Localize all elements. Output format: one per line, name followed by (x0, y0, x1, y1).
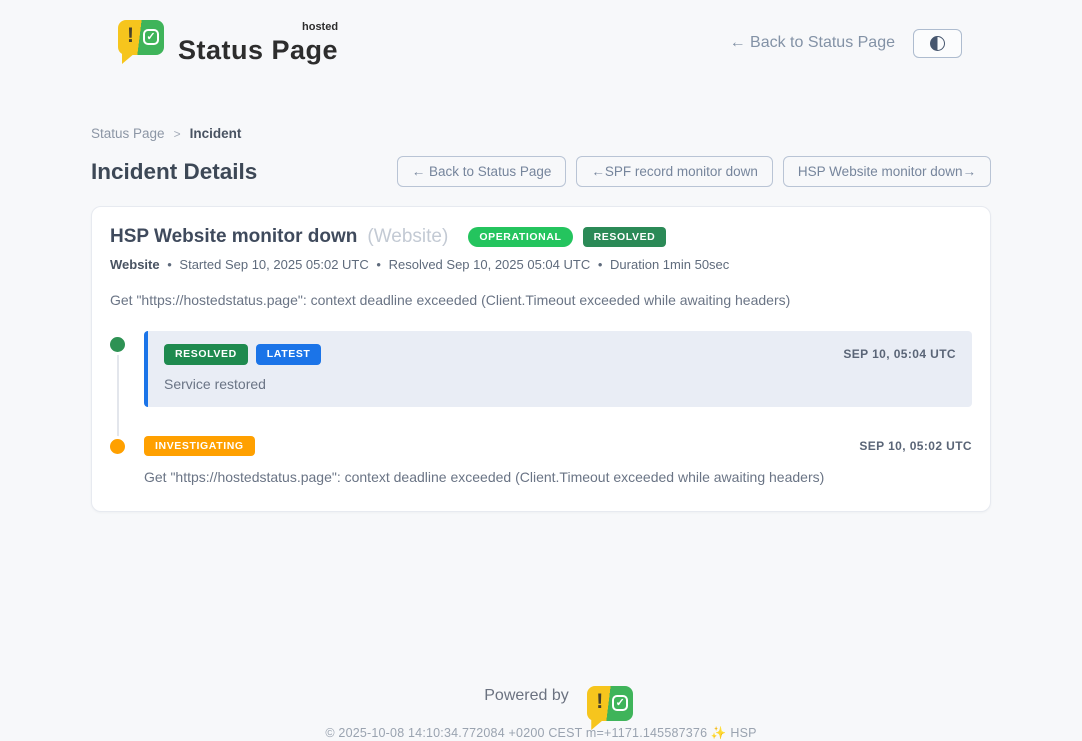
footer: Powered by ! ✓ © 2025-10-08 14:10:34.772… (0, 686, 1082, 741)
timeline-entry-investigating: INVESTIGATING SEP 10, 05:02 UTC Get "htt… (110, 436, 972, 486)
timeline-message: Get "https://hostedstatus.page": context… (144, 469, 972, 485)
incident-nav-buttons: ← Back to Status Page ←SPF record monito… (397, 156, 991, 187)
timeline-entry-resolved: RESOLVED LATEST SEP 10, 05:04 UTC Servic… (110, 331, 972, 407)
back-to-status-page-link[interactable]: ← Back to Status Page (730, 34, 895, 52)
contrast-icon (930, 36, 945, 51)
copyright-text: © 2025-10-08 14:10:34.772084 +0200 CEST … (0, 726, 1082, 741)
brand-superscript: hosted (302, 21, 338, 33)
theme-toggle-button[interactable] (913, 29, 962, 58)
page-title: Incident Details (91, 159, 257, 185)
brand-logo[interactable]: ! ✓ hosted Status Page (118, 20, 338, 66)
next-incident-button[interactable]: HSP Website monitor down→ (783, 156, 991, 187)
timeline-dot-investigating (110, 439, 125, 454)
timeline-timestamp: SEP 10, 05:02 UTC (859, 439, 972, 453)
back-to-status-page-button[interactable]: ← Back to Status Page (397, 156, 567, 187)
operational-badge: OPERATIONAL (468, 227, 572, 248)
breadcrumb-status-page[interactable]: Status Page (91, 126, 165, 141)
timeline-dot-resolved (110, 337, 125, 352)
investigating-status-badge: INVESTIGATING (144, 436, 255, 457)
incident-timeline: RESOLVED LATEST SEP 10, 05:04 UTC Servic… (110, 331, 972, 485)
statuspage-logo-icon: ! ✓ (118, 20, 164, 66)
powered-by-label: Powered by (484, 687, 569, 705)
incident-card: HSP Website monitor down (Website) OPERA… (91, 206, 991, 512)
breadcrumb-incident: Incident (190, 126, 242, 141)
header: ! ✓ hosted Status Page ← Back to Status … (0, 0, 1082, 72)
meta-resolved: Resolved Sep 10, 2025 05:04 UTC (389, 257, 591, 272)
timeline-timestamp: SEP 10, 05:04 UTC (843, 347, 956, 361)
brand-name: Status Page (178, 35, 338, 65)
timeline-message: Service restored (164, 376, 956, 392)
meta-started: Started Sep 10, 2025 05:02 UTC (179, 257, 368, 272)
breadcrumb: Status Page > Incident (91, 126, 991, 141)
statuspage-logo-icon-small[interactable]: ! ✓ (577, 686, 598, 706)
resolved-status-badge: RESOLVED (164, 344, 248, 365)
incident-title: HSP Website monitor down (110, 226, 357, 248)
main-content: Status Page > Incident Incident Details … (91, 72, 991, 512)
latest-badge: LATEST (256, 344, 322, 365)
prev-incident-button[interactable]: ←SPF record monitor down (576, 156, 773, 187)
incident-component: (Website) (367, 226, 448, 248)
exclamation-icon: ! (127, 24, 134, 48)
check-icon: ✓ (143, 29, 159, 45)
incident-description: Get "https://hostedstatus.page": context… (110, 292, 972, 308)
breadcrumb-separator: > (174, 127, 181, 141)
incident-meta: Website • Started Sep 10, 2025 05:02 UTC… (110, 257, 972, 272)
resolved-badge: RESOLVED (583, 227, 667, 248)
meta-duration: Duration 1min 50sec (610, 257, 729, 272)
meta-component: Website (110, 257, 160, 272)
